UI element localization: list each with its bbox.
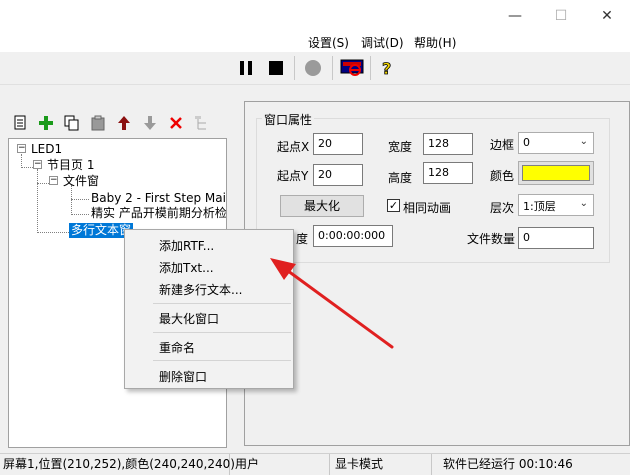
- status-user: 用户: [232, 454, 330, 475]
- menu-item-maximize-window[interactable]: 最大化窗口: [159, 310, 219, 327]
- height-input[interactable]: 128: [423, 162, 473, 184]
- border-label: 边框: [490, 138, 515, 152]
- width-input[interactable]: 128: [423, 133, 473, 155]
- border-select[interactable]: 0 ⌄: [518, 132, 594, 154]
- menu-bar: 设置(S) 调试(D) 帮助(H): [0, 31, 630, 52]
- toolbar: ?: [0, 52, 630, 85]
- tree-guide-line: [37, 183, 49, 184]
- color-picker-button[interactable]: [518, 161, 594, 185]
- width-label: 宽度: [388, 140, 413, 154]
- minimize-button[interactable]: —: [492, 0, 538, 31]
- new-screen-button[interactable]: [10, 112, 30, 134]
- tree-structure-icon: [195, 116, 206, 130]
- help-icon: ?: [382, 59, 392, 77]
- pause-icon: [240, 61, 252, 75]
- record-button[interactable]: [301, 56, 325, 80]
- collapse-toggle[interactable]: −: [33, 160, 42, 169]
- paste-icon: [91, 115, 105, 131]
- copy-button[interactable]: [62, 112, 82, 134]
- tree-guide-line: [21, 154, 22, 168]
- stop-icon: [269, 61, 283, 75]
- menu-item-delete-window[interactable]: 删除窗口: [159, 368, 207, 385]
- height-label: 高度: [388, 171, 413, 185]
- screen-icon: [340, 59, 364, 76]
- status-screen-info: 屏幕1,位置(210,252),颜色(240,240,240): [0, 454, 235, 475]
- paste-button[interactable]: [88, 112, 108, 134]
- add-button[interactable]: [36, 112, 56, 134]
- screen-button[interactable]: [340, 56, 364, 80]
- svg-text:?: ?: [382, 59, 391, 77]
- menu-help[interactable]: 帮助(H): [410, 33, 460, 52]
- file-count-input[interactable]: 0: [518, 227, 594, 249]
- menu-item-add-rtf[interactable]: 添加RTF...: [159, 237, 214, 254]
- menu-separator: [153, 360, 291, 361]
- menu-debug[interactable]: 调试(D): [357, 33, 408, 52]
- close-button[interactable]: ✕: [584, 0, 630, 31]
- tree-guide-line: [71, 214, 89, 215]
- arrow-up-icon: [118, 116, 130, 130]
- status-bar: 屏幕1,位置(210,252),颜色(240,240,240) 用户 显卡模式 …: [0, 453, 630, 475]
- x-label: 起点X: [277, 140, 310, 154]
- delete-button[interactable]: [166, 112, 186, 134]
- help-button[interactable]: ?: [375, 56, 399, 80]
- y-label: 起点Y: [277, 169, 309, 183]
- tree-guide-line: [37, 169, 38, 233]
- maximize-button[interactable]: ☐: [538, 0, 584, 31]
- color-swatch: [522, 165, 590, 181]
- minimize-icon: —: [508, 7, 522, 24]
- status-running-time: 软件已经运行 00:10:46: [443, 457, 573, 471]
- move-down-button[interactable]: [140, 112, 160, 134]
- layer-value: 1:顶层: [523, 200, 556, 213]
- menu-item-rename[interactable]: 重命名: [159, 339, 195, 356]
- group-title: 窗口属性: [262, 111, 315, 128]
- maximize-window-button[interactable]: 最大化: [280, 195, 364, 217]
- close-icon: ✕: [601, 7, 613, 24]
- record-icon: [305, 60, 321, 76]
- tree-guide-line: [71, 185, 72, 215]
- status-mode: 显卡模式: [332, 454, 432, 475]
- toolbar-separator: [332, 56, 333, 80]
- plus-icon: [39, 116, 53, 130]
- chevron-down-icon: ⌄: [579, 198, 588, 209]
- tree-node-file[interactable]: Baby 2 - First Step Main: [91, 191, 226, 206]
- tree-guide-line: [71, 199, 89, 200]
- move-up-button[interactable]: [114, 112, 134, 134]
- collapse-toggle[interactable]: −: [49, 176, 58, 185]
- tree-structure-button[interactable]: [192, 112, 212, 134]
- delete-x-icon: [170, 117, 182, 129]
- arrow-down-icon: [144, 116, 156, 130]
- toolbar-separator: [294, 56, 295, 80]
- menu-settings[interactable]: 设置(S): [304, 33, 353, 52]
- tree-node-text-window[interactable]: 文件窗: [63, 174, 99, 189]
- document-icon: [14, 115, 26, 130]
- maximize-icon: ☐: [554, 7, 568, 24]
- duration-input[interactable]: 0:00:00:000: [313, 225, 393, 247]
- border-value: 0: [523, 136, 530, 149]
- tree-guide-line: [21, 167, 33, 168]
- tree-node-led[interactable]: LED1: [31, 142, 62, 157]
- tree-toolbar: [6, 108, 230, 138]
- layer-select[interactable]: 1:顶层 ⌄: [518, 194, 594, 216]
- same-animation-label: 相同动画: [403, 201, 452, 215]
- color-label: 颜色: [490, 169, 515, 183]
- chevron-down-icon: ⌄: [579, 136, 588, 147]
- tree-node-file[interactable]: 精实 产品开模前期分析检: [91, 206, 226, 221]
- file-count-label: 文件数量: [467, 232, 516, 246]
- pause-button[interactable]: [234, 56, 258, 80]
- menu-item-add-txt[interactable]: 添加Txt...: [159, 259, 214, 276]
- layer-label: 层次: [490, 201, 515, 215]
- toolbar-separator: [370, 56, 371, 80]
- annotation-arrow-icon: [270, 258, 394, 349]
- y-input[interactable]: 20: [313, 164, 363, 186]
- same-animation-checkbox[interactable]: ✓: [387, 199, 400, 212]
- title-bar: — ☐ ✕: [0, 0, 630, 31]
- copy-icon: [64, 115, 79, 131]
- stop-button[interactable]: [264, 56, 288, 80]
- tree-node-program[interactable]: 节目页 1: [47, 158, 94, 173]
- tree-guide-line: [37, 232, 71, 233]
- x-input[interactable]: 20: [313, 133, 363, 155]
- duration-label: 度: [296, 232, 309, 246]
- collapse-toggle[interactable]: −: [17, 144, 26, 153]
- menu-item-new-multiline[interactable]: 新建多行文本...: [159, 281, 242, 298]
